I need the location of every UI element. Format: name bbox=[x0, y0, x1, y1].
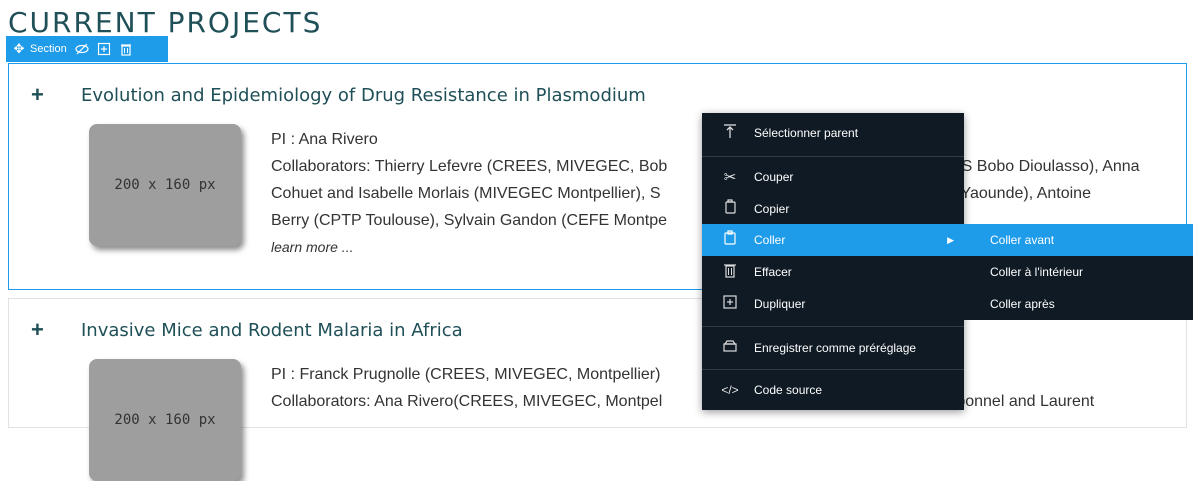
code-icon: </> bbox=[721, 383, 739, 397]
save-preset-icon bbox=[720, 338, 740, 358]
menu-divider bbox=[702, 369, 964, 370]
hide-icon[interactable] bbox=[75, 42, 89, 56]
scissors-icon: ✂ bbox=[723, 169, 737, 186]
image-placeholder: 200 x 160 px bbox=[89, 124, 241, 246]
project-title[interactable]: Evolution and Epidemiology of Drug Resis… bbox=[81, 85, 646, 106]
menu-item-cut[interactable]: ✂ Couper bbox=[702, 161, 964, 193]
menu-item-label: Couper bbox=[754, 170, 794, 184]
trash-icon[interactable] bbox=[119, 42, 133, 56]
context-menu: Sélectionner parent ✂ Couper Copier Coll… bbox=[702, 113, 964, 410]
submenu-item-paste-after[interactable]: Coller après bbox=[964, 288, 1193, 320]
duplicate-icon bbox=[720, 294, 740, 314]
duplicate-icon[interactable] bbox=[97, 42, 111, 56]
menu-item-label: Sélectionner parent bbox=[754, 126, 859, 140]
menu-item-label: Enregistrer comme préréglage bbox=[754, 341, 917, 355]
menu-item-duplicate[interactable]: Dupliquer bbox=[702, 288, 964, 320]
move-icon[interactable]: ✥ bbox=[12, 42, 26, 56]
submenu-item-paste-inside[interactable]: Coller à l'intérieur bbox=[964, 256, 1193, 288]
menu-divider bbox=[702, 326, 964, 327]
copy-icon bbox=[720, 199, 740, 219]
menu-item-paste[interactable]: Coller ▶ bbox=[702, 224, 964, 256]
trash-icon bbox=[720, 262, 740, 282]
menu-item-label: Code source bbox=[754, 383, 823, 397]
section-toolbar: ✥ Section bbox=[6, 36, 168, 62]
expand-plus-icon[interactable]: + bbox=[31, 317, 47, 343]
page-title: CURRENT PROJECTS bbox=[8, 6, 323, 39]
project-header[interactable]: + Evolution and Epidemiology of Drug Res… bbox=[31, 82, 646, 108]
project-header[interactable]: + Invasive Mice and Rodent Malaria in Af… bbox=[31, 317, 463, 343]
expand-plus-icon[interactable]: + bbox=[31, 82, 47, 108]
paste-submenu: Coller avant Coller à l'intérieur Coller… bbox=[964, 224, 1193, 320]
menu-item-save-preset[interactable]: Enregistrer comme préréglage bbox=[702, 332, 964, 364]
select-parent-icon bbox=[720, 123, 740, 143]
menu-item-label: Coller bbox=[754, 233, 786, 247]
section-label[interactable]: Section bbox=[30, 43, 67, 55]
paste-icon bbox=[720, 230, 740, 250]
image-placeholder: 200 x 160 px bbox=[89, 359, 241, 481]
chevron-right-icon: ▶ bbox=[947, 234, 954, 245]
menu-item-label: Effacer bbox=[754, 265, 792, 279]
project-title[interactable]: Invasive Mice and Rodent Malaria in Afri… bbox=[81, 320, 463, 341]
menu-item-source-code[interactable]: </> Code source bbox=[702, 374, 964, 406]
submenu-item-paste-before[interactable]: Coller avant bbox=[964, 224, 1193, 256]
menu-item-delete[interactable]: Effacer bbox=[702, 256, 964, 288]
menu-item-select-parent[interactable]: Sélectionner parent bbox=[702, 117, 964, 149]
menu-item-label: Copier bbox=[754, 202, 790, 216]
menu-item-label: Dupliquer bbox=[754, 297, 806, 311]
menu-divider bbox=[702, 156, 964, 157]
menu-item-copy[interactable]: Copier bbox=[702, 193, 964, 225]
